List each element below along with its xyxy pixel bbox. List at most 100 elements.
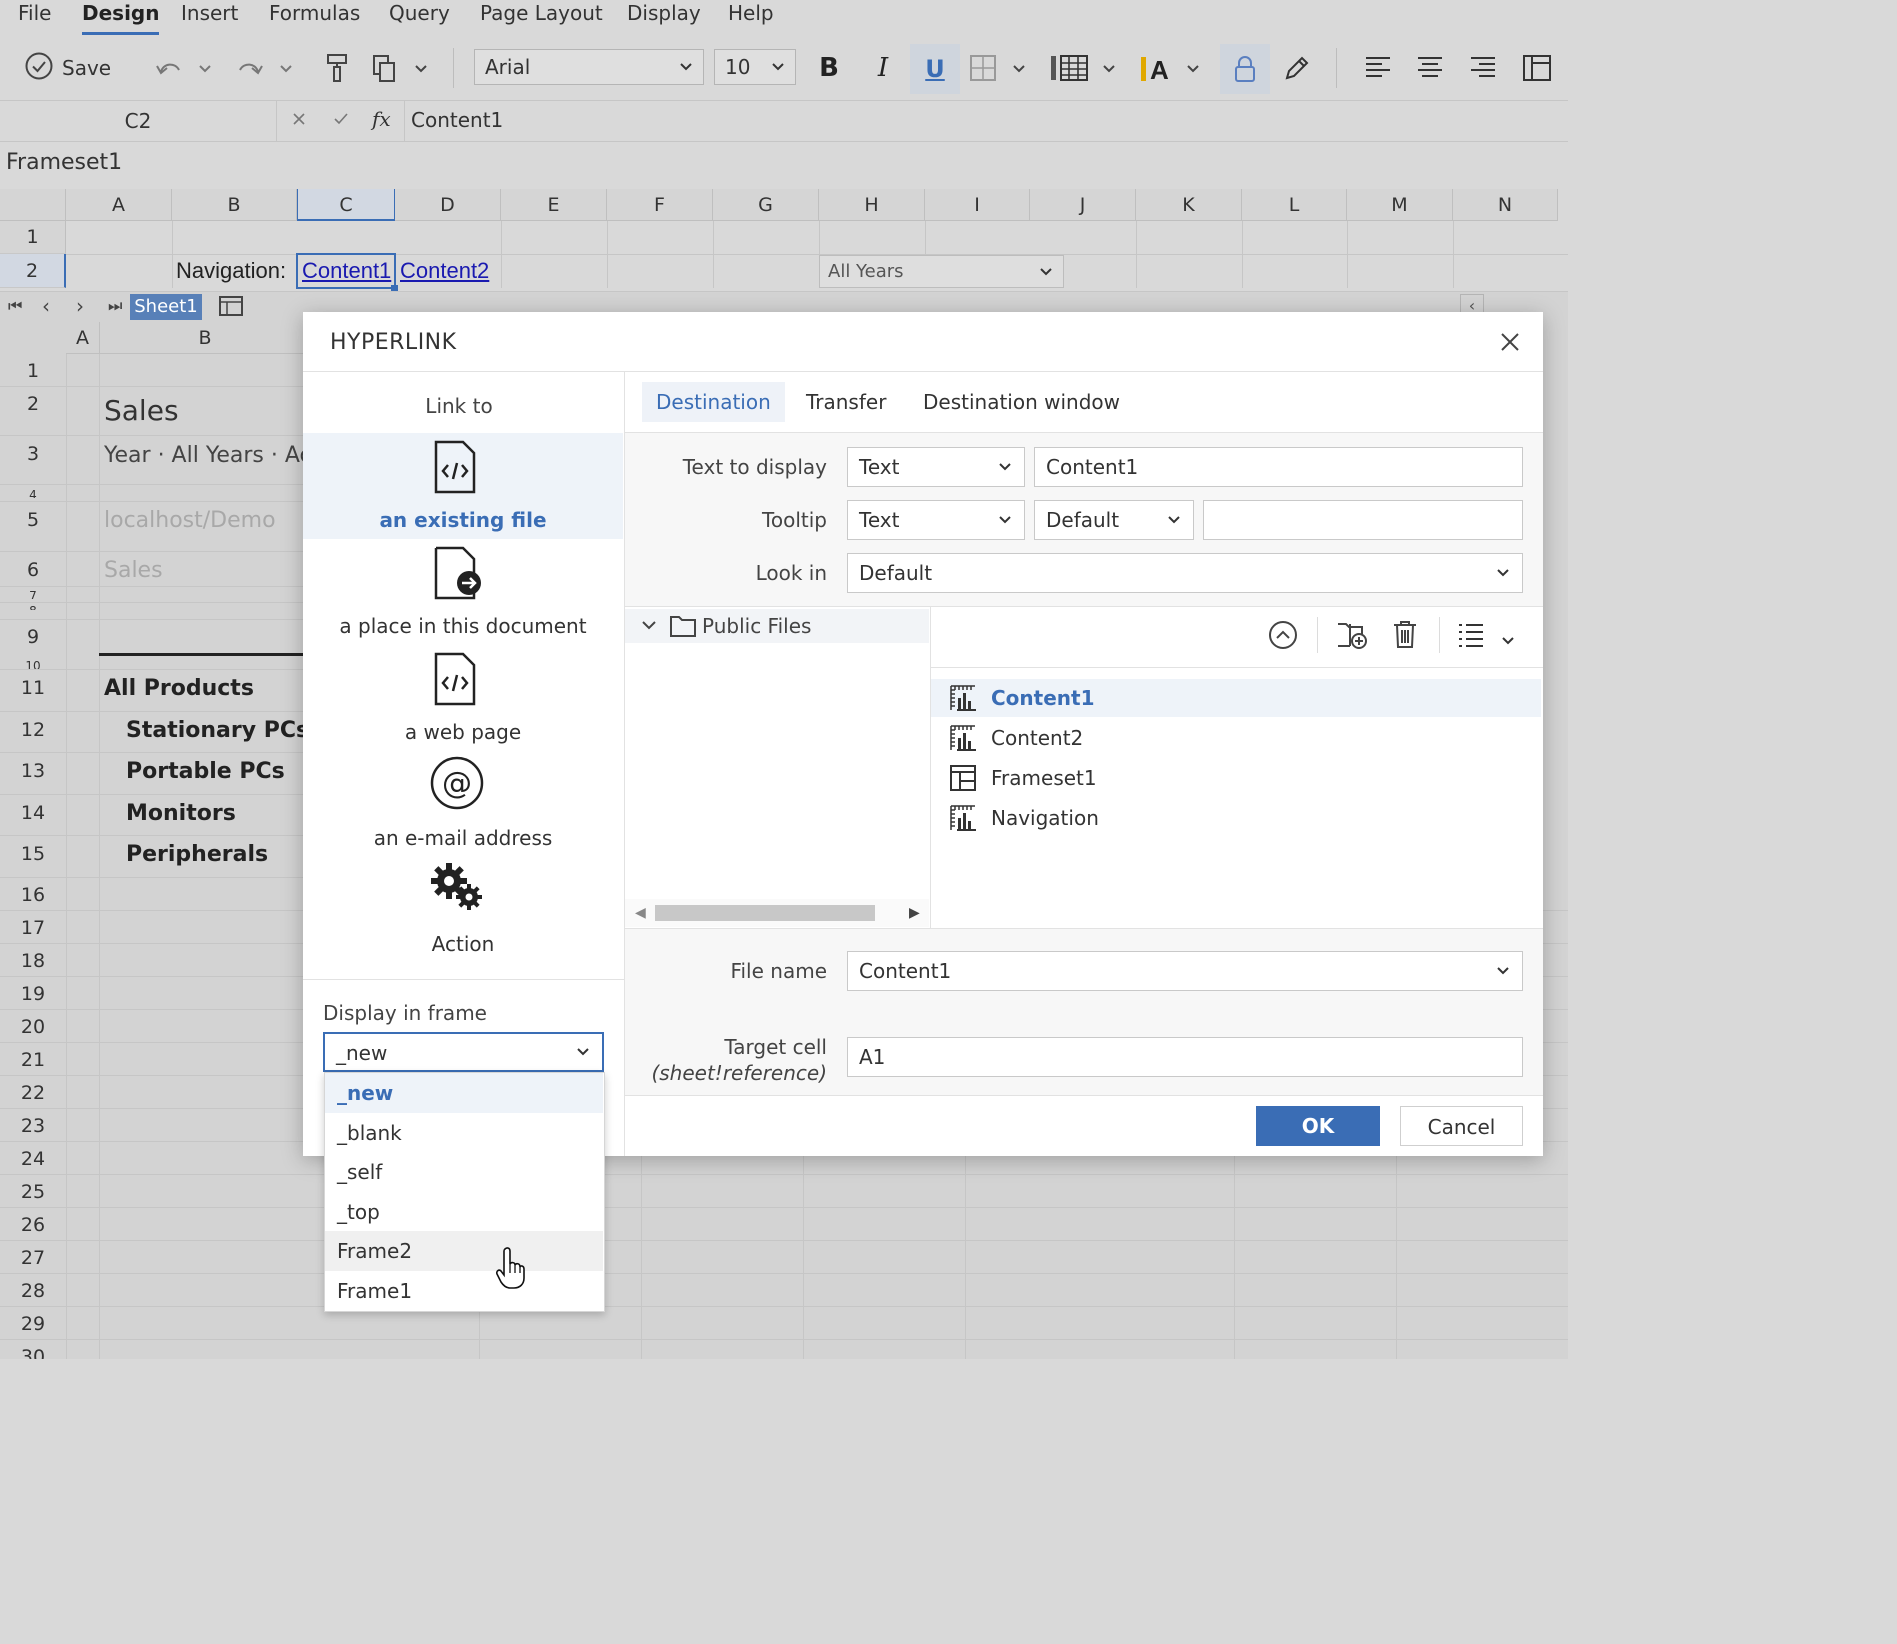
col-header-g[interactable]: G bbox=[713, 189, 819, 221]
lower-row-7[interactable]: 7 bbox=[0, 589, 66, 599]
lower-row-23[interactable]: 23 bbox=[0, 1115, 66, 1137]
col-header-n[interactable]: N bbox=[1453, 189, 1558, 221]
table-format-menu-chevron-icon[interactable] bbox=[1098, 58, 1120, 80]
frame-option-frame2[interactable]: Frame2 bbox=[325, 1231, 603, 1271]
lower-row-5[interactable]: 5 bbox=[0, 509, 66, 531]
col-header-h[interactable]: H bbox=[819, 189, 925, 221]
function-icon[interactable]: fx bbox=[372, 107, 398, 133]
lower-row-14[interactable]: 14 bbox=[0, 802, 66, 824]
year-dropdown[interactable]: All Years bbox=[819, 255, 1064, 288]
borders-icon[interactable] bbox=[968, 52, 998, 84]
folder-public-files[interactable]: Public Files bbox=[625, 609, 929, 643]
lower-row-16[interactable]: 16 bbox=[0, 884, 66, 906]
format-painter-icon[interactable] bbox=[322, 52, 352, 84]
up-folder-icon[interactable] bbox=[1268, 620, 1298, 654]
lower-row-9[interactable]: 9 bbox=[0, 626, 66, 648]
borders-menu-chevron-icon[interactable] bbox=[1008, 58, 1030, 80]
underline-icon[interactable]: U bbox=[910, 44, 960, 94]
text-to-display-input[interactable]: Content1 bbox=[1034, 447, 1523, 487]
file-name-select[interactable]: Content1 bbox=[847, 951, 1523, 991]
col-header-j[interactable]: J bbox=[1030, 189, 1136, 221]
cell-reference-box[interactable]: C2 bbox=[0, 101, 277, 141]
look-in-select[interactable]: Default bbox=[847, 553, 1523, 593]
frame-option-self[interactable]: _self bbox=[325, 1152, 603, 1192]
font-color-menu-chevron-icon[interactable] bbox=[1182, 58, 1204, 80]
cancel-formula-icon[interactable] bbox=[290, 110, 312, 132]
lower-col-header-a[interactable]: A bbox=[66, 322, 100, 354]
col-header-a[interactable]: A bbox=[66, 189, 172, 221]
next-sheet-icon[interactable]: › bbox=[76, 294, 84, 318]
pencil-icon[interactable] bbox=[1280, 50, 1314, 86]
new-sheet-icon[interactable] bbox=[219, 296, 243, 316]
italic-icon[interactable]: I bbox=[866, 50, 900, 86]
bold-icon[interactable]: B bbox=[812, 50, 846, 86]
scroll-left-arrow-icon[interactable]: ◀ bbox=[635, 905, 646, 921]
lower-row-27[interactable]: 27 bbox=[0, 1247, 66, 1269]
close-icon[interactable] bbox=[1498, 330, 1522, 354]
font-family-select[interactable]: Arial bbox=[474, 49, 704, 85]
paste-icon[interactable] bbox=[368, 52, 400, 84]
display-in-frame-select[interactable]: _new bbox=[323, 1032, 604, 1072]
target-cell-input[interactable]: A1 bbox=[847, 1037, 1523, 1077]
lower-row-18[interactable]: 18 bbox=[0, 950, 66, 972]
content2-link[interactable]: Content2 bbox=[400, 258, 489, 284]
menu-help[interactable]: Help bbox=[728, 0, 774, 32]
col-header-l[interactable]: L bbox=[1242, 189, 1347, 221]
sheet-tab-sheet1[interactable]: Sheet1 bbox=[130, 294, 202, 320]
col-header-d[interactable]: D bbox=[395, 189, 501, 221]
tooltip-input[interactable] bbox=[1203, 500, 1523, 540]
col-header-i[interactable]: I bbox=[925, 189, 1030, 221]
row-header-2[interactable]: 2 bbox=[0, 254, 66, 288]
list-view-icon[interactable] bbox=[1457, 622, 1485, 652]
corner-cell[interactable] bbox=[0, 189, 66, 221]
lower-row-6[interactable]: 6 bbox=[0, 559, 66, 581]
lower-row-10[interactable]: 10 bbox=[0, 659, 66, 669]
content1-link[interactable]: Content1 bbox=[302, 258, 391, 284]
align-right-icon[interactable] bbox=[1467, 52, 1499, 84]
lower-row-30[interactable]: 30 bbox=[0, 1346, 66, 1359]
menu-formulas[interactable]: Formulas bbox=[269, 0, 360, 32]
lower-row-21[interactable]: 21 bbox=[0, 1049, 66, 1071]
first-sheet-icon[interactable]: ⏮ bbox=[8, 296, 22, 316]
lower-row-4[interactable]: 4 bbox=[0, 488, 66, 498]
menu-insert[interactable]: Insert bbox=[181, 0, 238, 32]
lower-row-13[interactable]: 13 bbox=[0, 760, 66, 782]
undo-menu-chevron-icon[interactable] bbox=[194, 58, 216, 80]
tab-destination[interactable]: Destination bbox=[642, 382, 785, 422]
formula-input[interactable]: Content1 bbox=[411, 101, 503, 141]
undo-icon[interactable] bbox=[152, 54, 186, 84]
frame-option-top[interactable]: _top bbox=[325, 1192, 603, 1232]
align-left-icon[interactable] bbox=[1362, 52, 1394, 84]
lower-row-28[interactable]: 28 bbox=[0, 1280, 66, 1302]
view-options-chevron-icon[interactable] bbox=[1501, 631, 1515, 650]
lower-row-29[interactable]: 29 bbox=[0, 1313, 66, 1335]
link-option-email[interactable]: @ an e-mail address bbox=[303, 751, 623, 857]
file-item-content1[interactable]: Content1 bbox=[931, 679, 1541, 717]
menu-design[interactable]: Design bbox=[82, 0, 160, 35]
menu-file[interactable]: File bbox=[18, 0, 51, 32]
lower-row-26[interactable]: 26 bbox=[0, 1214, 66, 1236]
lower-row-17[interactable]: 17 bbox=[0, 917, 66, 939]
row-header-1[interactable]: 1 bbox=[0, 221, 66, 254]
lower-row-3[interactable]: 3 bbox=[0, 443, 66, 465]
col-header-m[interactable]: M bbox=[1347, 189, 1453, 221]
col-header-e[interactable]: E bbox=[501, 189, 607, 221]
lower-col-header-b[interactable]: B bbox=[100, 322, 310, 354]
last-sheet-icon[interactable]: ⏭ bbox=[108, 296, 122, 316]
col-header-f[interactable]: F bbox=[607, 189, 713, 221]
font-color-icon[interactable]: A bbox=[1138, 50, 1174, 86]
text-to-display-type-select[interactable]: Text bbox=[847, 447, 1025, 487]
new-folder-icon[interactable] bbox=[1336, 620, 1368, 654]
frame-option-new[interactable]: _new bbox=[325, 1073, 603, 1113]
file-item-frameset1[interactable]: Frameset1 bbox=[931, 759, 1541, 797]
menu-page-layout[interactable]: Page Layout bbox=[480, 0, 603, 32]
lower-row-24[interactable]: 24 bbox=[0, 1148, 66, 1170]
cancel-button[interactable]: Cancel bbox=[1400, 1106, 1523, 1146]
file-item-navigation[interactable]: Navigation bbox=[931, 799, 1541, 837]
tab-destination-window[interactable]: Destination window bbox=[909, 382, 1134, 422]
accept-formula-icon[interactable] bbox=[332, 110, 354, 132]
col-header-k[interactable]: K bbox=[1136, 189, 1242, 221]
frame-option-blank[interactable]: _blank bbox=[325, 1113, 603, 1153]
lower-row-25[interactable]: 25 bbox=[0, 1181, 66, 1203]
prev-sheet-icon[interactable]: ‹ bbox=[42, 294, 50, 318]
